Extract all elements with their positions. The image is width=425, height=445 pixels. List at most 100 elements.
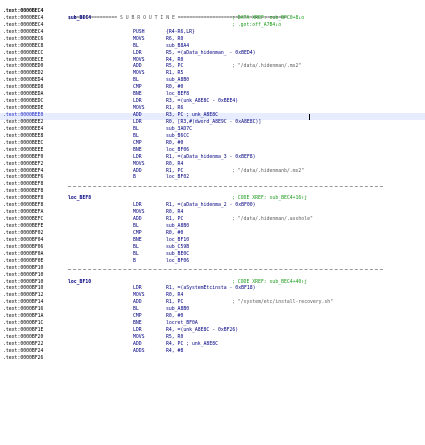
instruction-mnemonic[interactable]: BL [133, 134, 139, 141]
instruction-operands[interactable]: {R4-R6,LR} [166, 30, 195, 37]
listing-line[interactable]: .text:0000BF24 ADDS R4, #8 [0, 349, 425, 356]
listing-line[interactable]: .text:0000BF1E LDR R4, =(unk_A8E8C - 0xBF2… [0, 328, 425, 335]
instruction-operands[interactable]: R0, #0 [166, 231, 183, 238]
instruction-mnemonic[interactable]: B [133, 259, 136, 266]
listing-line[interactable]: .text:0000BECE MOVS R4, R0 [0, 58, 425, 65]
listing-line[interactable]: .text:0000BEF2 MOVS R0, R4 [0, 162, 425, 169]
instruction-operands[interactable]: sub_C59B [166, 245, 189, 252]
listing-line[interactable]: .text:0000BF06 BL sub_C59B [0, 245, 425, 252]
line-address[interactable]: .text:0000BEC4 [3, 9, 43, 16]
instruction-mnemonic[interactable]: PUSH [133, 30, 145, 37]
line-address[interactable]: .text:0000BEEE [3, 148, 43, 155]
instruction-operands[interactable]: sub_B6CC [166, 134, 189, 141]
instruction-mnemonic[interactable]: B [133, 175, 136, 182]
listing-line[interactable]: .text:0000BF0E Bloc_BF06 [0, 259, 425, 266]
xref-comment[interactable]: ; DATA XREF: sub_BFC0+8↓o [232, 16, 304, 23]
instruction-operands[interactable]: R3, PC ; unk_A8E8C [166, 113, 218, 120]
instruction-mnemonic[interactable]: BL [133, 44, 139, 51]
line-address[interactable]: .text:0000BF04 [3, 238, 43, 245]
code-label[interactable]: loc_BF10 [68, 280, 91, 287]
line-address[interactable]: .text:0000BEE2 [3, 120, 43, 127]
listing-line[interactable]: .text:0000BEDC LDR R3, =(unk_A8E8C - 0xBEE… [0, 99, 425, 106]
code-label[interactable]: loc_BEF8 [68, 196, 91, 203]
instruction-operands[interactable]: R0, #0 [166, 141, 183, 148]
line-address[interactable]: .text:0000BF06 [3, 245, 43, 252]
separator-line[interactable]: .text:0000BF10 [0, 266, 425, 273]
instruction-mnemonic[interactable]: ADD [133, 217, 142, 224]
listing-line[interactable]: .text:0000BEE8 BL sub_B6CC [0, 134, 425, 141]
instruction-mnemonic[interactable]: MOVS [133, 335, 145, 342]
line-address[interactable]: .text:0000BF24 [3, 349, 43, 356]
instruction-operands[interactable]: R1, PC [166, 217, 183, 224]
line-address[interactable]: .text:0000BF10 [3, 273, 43, 280]
instruction-mnemonic[interactable]: ADDS [133, 349, 145, 356]
line-address[interactable]: .text:0000BEF0 [3, 155, 43, 162]
line-address[interactable]: .text:0000BEC6 [3, 37, 43, 44]
instruction-operands[interactable]: R4, PC ; unk_A8E8C [166, 342, 218, 349]
line-address[interactable]: .text:0000BEC4 [3, 30, 43, 37]
listing-line[interactable]: .text:0000BEE0 ADD R3, PC ; unk_A8E8C [0, 113, 425, 120]
instruction-operands[interactable]: R5, R0 [166, 335, 183, 342]
instruction-mnemonic[interactable]: LDR [133, 328, 142, 335]
listing-line[interactable]: .text:0000BEC4 [0, 9, 425, 16]
listing-line[interactable]: .text:0000BEE2 LDR R0, [R3,#(dword_A8E9C -… [0, 120, 425, 127]
listing-line[interactable]: .text:0000BEDE MOVS R1, R6 [0, 106, 425, 113]
listing-line[interactable]: .text:0000BEE4 BL sub_3AD7C [0, 127, 425, 134]
listing-line[interactable]: .text:0000BF16 BL sub_A8B0 [0, 307, 425, 314]
listing-line[interactable]: .text:0000BEF8 LDR R1, =(aData_hidenma_2 -… [0, 203, 425, 210]
code-label[interactable]: sub_BEC4 [68, 16, 91, 23]
listing-line[interactable]: .text:0000BED8 CMP R0, #0 [0, 85, 425, 92]
listing-line[interactable]: .text:0000BEF6 Bloc_BF02 [0, 175, 425, 182]
instruction-mnemonic[interactable]: BNE [133, 148, 142, 155]
instruction-operands[interactable]: sub_B8A4 [166, 44, 189, 51]
instruction-operands[interactable]: R0, [R3,#(dword_A8E9C - 0xA8E8C)] [166, 120, 261, 127]
instruction-mnemonic[interactable]: BL [133, 224, 139, 231]
listing-line[interactable]: .text:0000BF0A BL sub_BE0C [0, 252, 425, 259]
line-address[interactable]: .text:0000BF22 [3, 342, 43, 349]
instruction-mnemonic[interactable]: LDR [133, 51, 142, 58]
instruction-operands[interactable]: R1, R6 [166, 106, 183, 113]
listing-line[interactable]: .text:0000BF12 MOVS R0, R4 [0, 293, 425, 300]
disassembly-listing[interactable]: .text:0000BEC4 ; =============== S U B R… [0, 0, 425, 445]
listing-line[interactable]: .text:0000BEF0 LDR R1, =(aData_hidenma_3 -… [0, 155, 425, 162]
instruction-operands[interactable]: sub_A8B0 [166, 224, 189, 231]
instruction-operands[interactable]: loc_BF02 [166, 175, 189, 182]
instruction-mnemonic[interactable]: CMP [133, 141, 142, 148]
instruction-operands[interactable]: R4, #8 [166, 349, 183, 356]
listing-line[interactable]: .text:0000BEFA MOVS R0, R4 [0, 210, 425, 217]
listing-line[interactable]: .text:0000BF20 MOVS R5, R0 [0, 335, 425, 342]
listing-line[interactable]: .text:0000BED4 BL sub_A8B0 [0, 78, 425, 85]
instruction-mnemonic[interactable]: LDR [133, 155, 142, 162]
line-address[interactable]: .text:0000BEE0 [3, 113, 43, 120]
instruction-mnemonic[interactable]: LDR [133, 120, 142, 127]
line-address[interactable]: .text:0000BEDE [3, 106, 43, 113]
listing-line[interactable]: .text:0000BF26 [0, 356, 425, 363]
listing-line[interactable]: .text:0000BEF8 [0, 189, 425, 196]
listing-line[interactable]: .text:0000BED2 MOVS R1, R5 [0, 71, 425, 78]
instruction-operands[interactable]: sub_BE0C [166, 252, 189, 259]
line-address[interactable]: .text:0000BF0E [3, 259, 43, 266]
line-address[interactable]: .text:0000BF0A [3, 252, 43, 259]
line-address[interactable]: .text:0000BEC8 [3, 44, 43, 51]
listing-line[interactable]: .text:0000BEC6 MOVS R6, R0 [0, 37, 425, 44]
line-address[interactable]: .text:0000BEFE [3, 224, 43, 231]
line-address[interactable]: .text:0000BEEC [3, 141, 43, 148]
listing-line[interactable]: .text:0000BF1A CMP R0, #0 [0, 314, 425, 321]
instruction-mnemonic[interactable]: MOVS [133, 37, 145, 44]
instruction-operands[interactable]: loc_BF06 [166, 148, 189, 155]
listing-line[interactable]: .text:0000BEC8 BL sub_B8A4 [0, 44, 425, 51]
instruction-mnemonic[interactable]: BL [133, 245, 139, 252]
listing-line[interactable]: .text:0000BEC4 sub_BEC4 ; DATA XREF: sub_B… [0, 16, 425, 23]
line-address[interactable]: .text:0000BF02 [3, 231, 43, 238]
line-address[interactable]: .text:0000BEE4 [3, 127, 43, 134]
listing-line[interactable]: .text:0000BEFE BL sub_A8B0 [0, 224, 425, 231]
instruction-operands[interactable]: R5, =(aData_hidenman_ - 0xBED4) [166, 51, 256, 58]
line-address[interactable]: .text:0000BEF2 [3, 162, 43, 169]
instruction-mnemonic[interactable]: BL [133, 127, 139, 134]
listing-line[interactable]: .text:0000BF04 BNE loc_BF10 [0, 238, 425, 245]
listing-line[interactable]: .text:0000BED0 ADD R5, PC; "/data/.hidenma… [0, 64, 425, 71]
instruction-mnemonic[interactable]: ADD [133, 113, 142, 120]
instruction-operands[interactable]: sub_3AD7C [166, 127, 192, 134]
instruction-operands[interactable]: R0, R4 [166, 162, 183, 169]
instruction-operands[interactable]: R1, =(aData_hidenma_3 - 0xBEF8) [166, 155, 256, 162]
